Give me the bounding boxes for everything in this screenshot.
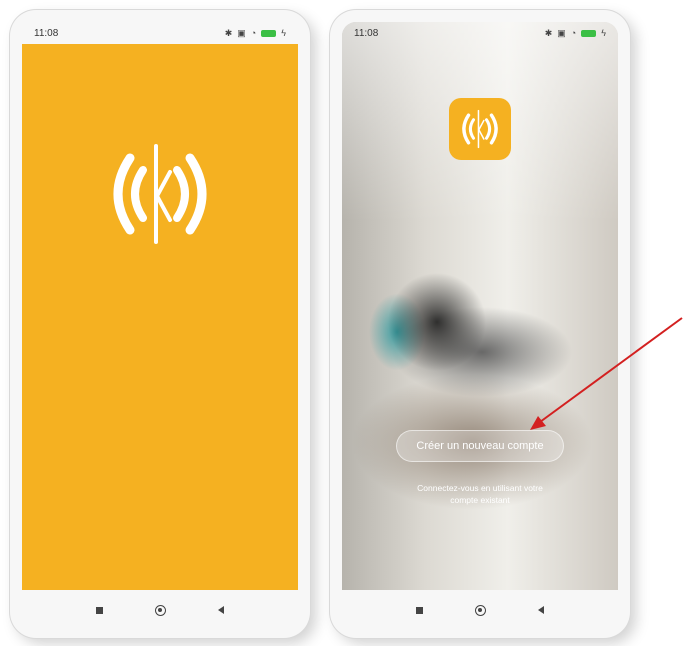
charging-icon: ϟ xyxy=(281,27,286,38)
create-account-button[interactable]: Créer un nouveau compte xyxy=(396,430,564,462)
recent-apps-icon[interactable] xyxy=(416,606,423,614)
battery-icon xyxy=(581,29,597,37)
splash-screen xyxy=(22,44,298,590)
home-icon[interactable] xyxy=(155,604,166,616)
status-time: 11:08 xyxy=(34,27,59,39)
sim-icon: ▣ xyxy=(557,27,566,38)
app-logo xyxy=(22,134,298,254)
wifi-icon: ◔ xyxy=(250,27,257,38)
bluetooth-icon: ✱ xyxy=(544,27,553,38)
sound-wave-k-logo-icon xyxy=(462,109,498,149)
app-logo-tile xyxy=(449,98,511,160)
bluetooth-icon: ✱ xyxy=(224,27,233,38)
sim-icon: ▣ xyxy=(237,27,246,38)
charging-icon: ϟ xyxy=(601,27,606,38)
back-icon[interactable] xyxy=(538,606,544,614)
wifi-icon: ◔ xyxy=(570,27,577,38)
status-icons: ✱ ▣ ◔ ϟ xyxy=(544,27,606,38)
android-nav-bar xyxy=(342,590,618,630)
status-bar: 11:08 ✱ ▣ ◔ ϟ xyxy=(342,22,618,44)
login-existing-account-link[interactable]: Connectez-vous en utilisant votre compte… xyxy=(376,482,584,506)
android-nav-bar xyxy=(22,590,298,630)
phone-splash: 11:08 ✱ ▣ ◔ ϟ xyxy=(10,10,310,638)
login-text-line1: Connectez-vous en utilisant votre xyxy=(417,483,543,493)
phone-welcome: 11:08 ✱ ▣ ◔ ϟ Créer un nouveau compte Co… xyxy=(330,10,630,638)
battery-icon xyxy=(261,29,277,37)
sound-wave-k-logo-icon xyxy=(113,144,207,244)
status-icons: ✱ ▣ ◔ ϟ xyxy=(224,27,286,38)
recent-apps-icon[interactable] xyxy=(96,606,103,614)
status-bar: 11:08 ✱ ▣ ◔ ϟ xyxy=(22,22,298,44)
back-icon[interactable] xyxy=(218,606,224,614)
login-text-line2: compte existant xyxy=(450,495,510,505)
welcome-screen: Créer un nouveau compte Connectez-vous e… xyxy=(342,22,618,590)
status-time: 11:08 xyxy=(354,27,379,39)
home-icon[interactable] xyxy=(475,604,486,616)
